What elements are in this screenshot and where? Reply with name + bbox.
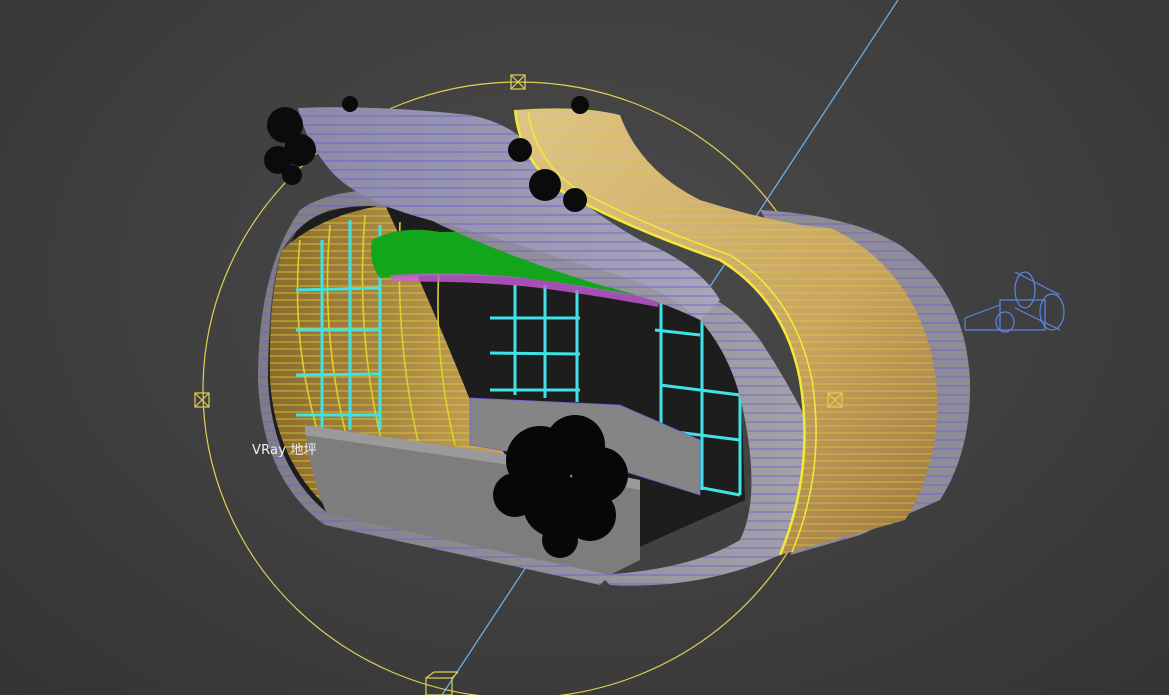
- viewport-scene[interactable]: [0, 0, 1169, 695]
- camera-icon[interactable]: [964, 271, 1065, 333]
- 3d-viewport[interactable]: VRay 地坪: [0, 0, 1169, 695]
- box-handle-icon[interactable]: [194, 392, 210, 408]
